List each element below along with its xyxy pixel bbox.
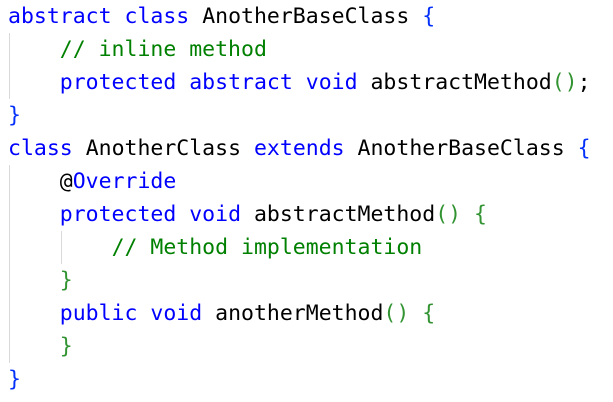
code-token-bracket-inner: {: [422, 301, 436, 326]
code-line[interactable]: protected abstract void abstractMethod()…: [60, 66, 591, 99]
code-token-bracket-outer: {: [577, 136, 591, 161]
code-token-keyword: class: [8, 136, 73, 161]
indent-guide: [9, 165, 10, 363]
code-token-keyword: public: [59, 301, 138, 326]
code-token-comment: // inline method: [59, 37, 267, 62]
code-editor[interactable]: abstract class AnotherBaseClass { // inli…: [0, 0, 613, 402]
code-token-keyword: protected: [59, 202, 177, 227]
code-token-bracket-inner: (): [383, 301, 410, 326]
code-token-keyword: Override: [72, 169, 177, 194]
code-line[interactable]: }: [60, 330, 73, 363]
code-token-identifier: anotherMethod: [215, 301, 384, 326]
code-line[interactable]: // Method implementation: [112, 231, 423, 264]
indent-guide: [60, 231, 62, 264]
code-token-keyword: protected: [59, 70, 177, 95]
code-token-identifier: abstractMethod: [370, 70, 552, 95]
code-token-bracket-outer: }: [8, 367, 21, 392]
code-token-keyword: class: [124, 4, 190, 29]
code-token-identifier: AnotherBaseClass: [357, 136, 565, 161]
code-token-keyword: void: [189, 202, 242, 227]
code-token-keyword: void: [150, 301, 203, 326]
code-token-bracket-inner: }: [59, 334, 73, 359]
code-line[interactable]: class AnotherClass extends AnotherBaseCl…: [8, 132, 591, 165]
code-line[interactable]: abstract class AnotherBaseClass {: [8, 0, 435, 33]
code-token-keyword: extends: [253, 136, 345, 161]
code-token-identifier: abstractMethod: [253, 202, 436, 227]
code-token-comment: // Method implementation: [111, 235, 423, 260]
code-line[interactable]: @Override: [60, 165, 177, 198]
code-token-bracket-outer: }: [8, 103, 21, 128]
code-token-keyword: abstract: [189, 70, 293, 95]
code-token-identifier: AnotherClass: [85, 136, 242, 161]
code-token-bracket-inner: (): [435, 202, 462, 227]
code-token-annotation-symbol: @: [59, 169, 73, 194]
code-line[interactable]: }: [8, 99, 21, 132]
code-token-bracket-inner: {: [474, 202, 487, 227]
code-line[interactable]: // inline method: [60, 33, 267, 66]
code-token-bracket-inner: }: [59, 268, 73, 293]
code-line[interactable]: public void anotherMethod() {: [60, 297, 435, 330]
code-token-keyword: abstract: [8, 4, 112, 29]
code-line[interactable]: }: [60, 264, 73, 297]
code-token-identifier: AnotherBaseClass: [202, 4, 410, 29]
code-token-identifier: ;: [577, 70, 591, 95]
code-line[interactable]: protected void abstractMethod() {: [60, 198, 487, 231]
code-token-bracket-inner: (): [551, 70, 578, 95]
code-token-keyword: void: [305, 70, 358, 95]
code-line[interactable]: }: [8, 363, 21, 396]
indent-guide: [9, 33, 10, 99]
code-token-bracket-outer: {: [422, 4, 436, 29]
